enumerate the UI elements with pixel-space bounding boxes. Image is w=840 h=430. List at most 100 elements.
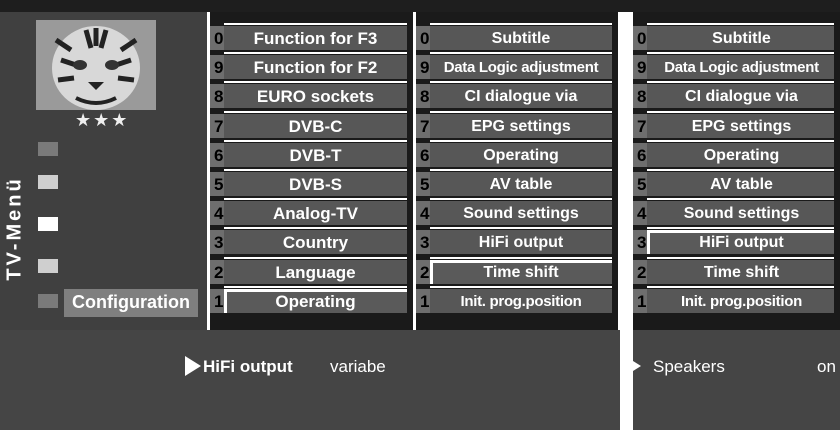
menu-separator [430,198,612,201]
menu-item-init-prog-position[interactable]: 1 Init. prog.position [633,285,840,315]
menu-separator [430,110,612,113]
menu-item-hifi-output[interactable]: 3 HiFi output [633,227,840,256]
menu-level-1: 0 Function for F3 9 Function for F2 8 EURO so… [210,12,413,330]
menu-item-number: 5 [214,175,224,194]
menu-level-3: 0 Subtitle 9 Data Logic adjustment 8 CI dialo… [633,12,840,330]
menu-separator [647,23,834,25]
menu-item-label: DVB-S [289,175,342,194]
menu-item-number: 6 [214,145,224,165]
menu-separator [430,256,612,259]
menu-item-av-table[interactable]: 5 AV table [633,169,840,198]
level-indicator-5 [38,294,58,308]
menu-item-label: Language [275,262,356,282]
menu-item-label: Init. prog.position [460,292,582,310]
menu-item-data-logic-adjustment[interactable]: 9 Data Logic adjustment [633,52,840,81]
menu-item-data-logic-adjustment[interactable]: 9 Data Logic adjustment [416,52,618,81]
menu-item-label: CI dialogue via [685,88,798,106]
menu-item-label: Data Logic adjustment [443,59,599,77]
menu-item-epg-settings[interactable]: 7 EPG settings [633,110,840,140]
menu-item-label: Operating [483,146,559,164]
menu-item-label: Time shift [483,263,559,281]
menu-separator [430,81,612,84]
menu-item-time-shift[interactable]: 2 Time shift [633,256,840,286]
triangle-pointer-icon [185,356,201,376]
menu-item-ci-dialogue-via[interactable]: 8 CI dialogue via [633,81,840,110]
menu-item-number: 0 [214,29,224,48]
menu-separator [224,52,407,55]
top-strip [0,0,840,12]
menu-separator [430,52,612,55]
menu-vertical-title: TV-Menü [3,176,26,281]
menu-item-number: 7 [214,116,224,136]
menu-separator [647,285,834,288]
menu-item-ci-dialogue-via[interactable]: 8 CI dialogue via [416,81,618,110]
menu-separator [647,227,834,230]
menu-item-euro-sockets[interactable]: 8 EURO sockets [210,81,413,110]
menu-separator [647,81,834,84]
menu-item-time-shift[interactable]: 2 Time shift [416,256,618,286]
menu-separator [647,198,834,201]
menu-separator [224,256,407,259]
menu-separator [647,139,834,142]
menu-level-2: 0 Subtitle 9 Data Logic adjustment 8 CI dialo… [416,12,618,330]
menu-item-function-for-f2[interactable]: 9 Function for F2 [210,52,413,81]
menu-item-label: Init. prog.position [681,292,802,310]
configuration-text: Configuration [72,292,190,312]
menu-separator [647,256,834,259]
menu-item-hifi-output[interactable]: 3 HiFi output [416,227,618,256]
menu-item-label: Function for F3 [253,29,378,48]
menu-item-init-prog-position[interactable]: 1 Init. prog.position [416,285,618,315]
menu-item-operating[interactable]: 1 Operating [210,285,413,315]
menu-separator [224,227,407,230]
menu-separator [224,81,407,84]
level-indicator-3 [38,217,58,231]
menu-item-number: 9 [214,58,224,78]
menu-item-label: EPG settings [471,117,571,135]
info-value: variabe [330,357,386,376]
menu-item-language[interactable]: 2 Language [210,256,413,286]
menu-separator [430,23,612,25]
menu-item-number: 1 [214,291,224,311]
info-label: HiFi output [203,357,293,376]
menu-item-label: DVB-T [289,145,342,165]
menu-item-number: 4 [214,204,224,224]
menu-item-operating[interactable]: 6 Operating [416,139,618,169]
menu-item-function-for-f3[interactable]: 0 Function for F3 [210,23,413,52]
menu-item-dvb-c[interactable]: 7 DVB-C [210,110,413,140]
menu-item-analog-tv[interactable]: 4 Analog-TV [210,198,413,227]
menu-item-label: Data Logic adjustment [664,59,819,77]
info-bar-left: HiFi output variabe [0,330,620,430]
menu-item-subtitle[interactable]: 0 Subtitle [416,23,618,52]
menu-item-dvb-t[interactable]: 6 DVB-T [210,139,413,169]
menu-item-label: Country [282,233,349,253]
menu-item-epg-settings[interactable]: 7 EPG settings [416,110,618,140]
menu-item-subtitle[interactable]: 0 Subtitle [633,23,840,52]
menu-separator [430,227,612,230]
menu-item-label: Operating [275,291,356,311]
menu-separator [224,139,407,142]
menu-item-label: Sound settings [463,205,579,223]
configuration-label: Configuration [64,289,198,317]
info-label: Speakers [653,357,725,376]
menu-item-av-table[interactable]: 5 AV table [416,169,618,198]
menu-item-label: HiFi output [699,234,784,252]
menu-item-label: Function for F2 [253,58,378,78]
menu-separator [430,139,612,142]
menu-item-label: HiFi output [478,234,564,252]
menu-separator [224,198,407,201]
menu-item-sound-settings[interactable]: 4 Sound settings [416,198,618,227]
menu-item-country[interactable]: 3 Country [210,227,413,256]
menu-item-label: Operating [703,146,780,164]
menu-item-label: AV table [489,176,553,193]
menu-item-number: 8 [214,87,224,107]
menu-item-label: AV table [710,176,773,193]
rating-stars: ★★★ [75,110,130,130]
menu-item-number: 3 [214,233,224,253]
menu-separator [224,169,407,171]
menu-item-operating[interactable]: 6 Operating [633,139,840,169]
menu-item-dvb-s[interactable]: 5 DVB-S [210,169,413,198]
level-indicator-2 [38,175,58,189]
menu-item-label: Subtitle [491,30,551,47]
screen: ★★★ TV-Menü Configuration 0 Function for … [0,0,840,430]
menu-item-sound-settings[interactable]: 4 Sound settings [633,198,840,227]
